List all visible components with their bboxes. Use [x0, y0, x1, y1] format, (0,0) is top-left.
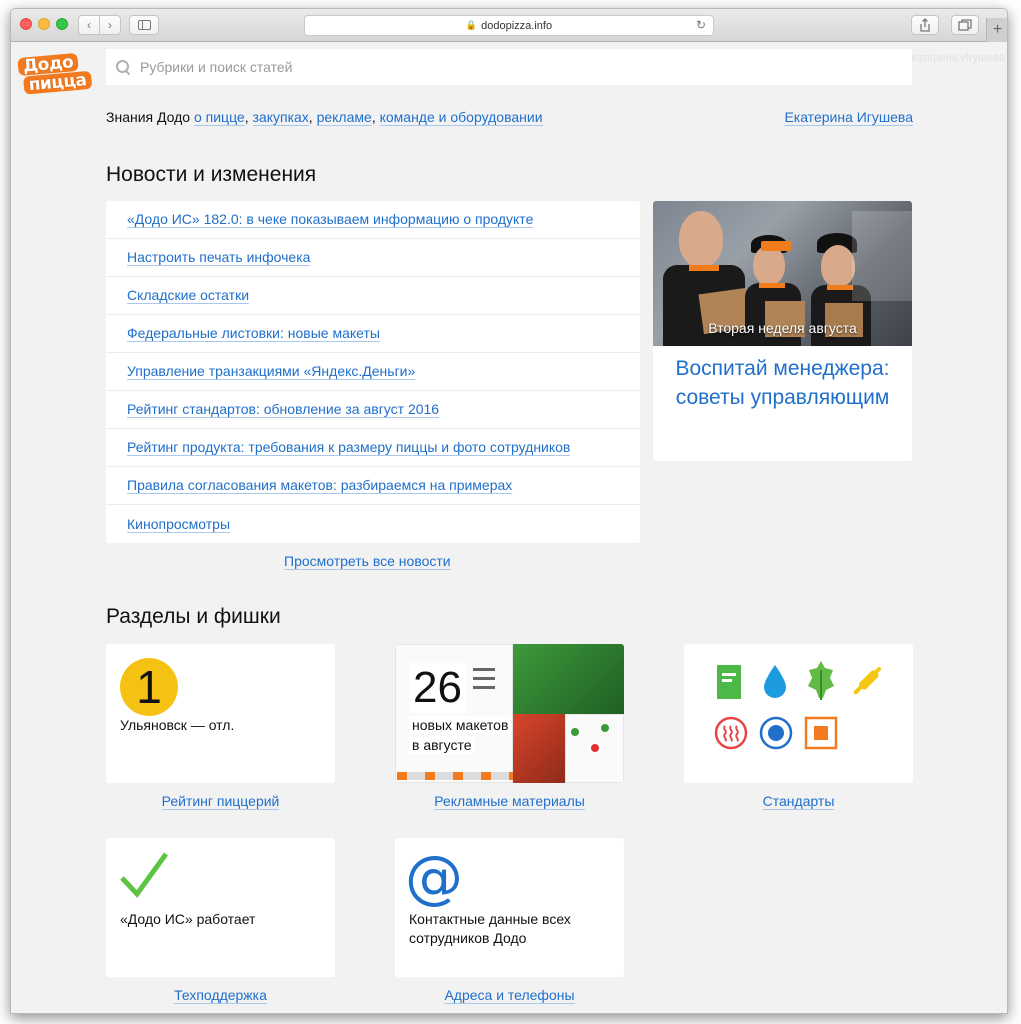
- leaf-icon: [808, 661, 834, 700]
- news-link[interactable]: Настроить печать инфочека: [127, 249, 311, 266]
- news-link[interactable]: Управление транзакциями «Яндекс.Деньги»: [127, 363, 416, 380]
- news-link[interactable]: Кинопросмотры: [127, 516, 231, 533]
- tabs-icon: [958, 19, 972, 31]
- search-icon: [116, 60, 130, 74]
- contacts-text-line2: сотрудников Додо: [409, 930, 527, 946]
- sidebar-icon: [137, 20, 151, 30]
- zoom-window-button[interactable]: [56, 18, 68, 30]
- knowledge-prefix: Знания Додо: [106, 109, 194, 125]
- rating-card[interactable]: 1 Ульяновск — отл.: [106, 644, 335, 783]
- close-window-button[interactable]: [20, 18, 32, 30]
- minimize-window-button[interactable]: [38, 18, 50, 30]
- ads-label-line1: новых макетов: [409, 716, 512, 734]
- target-icon: [759, 716, 793, 750]
- promo-caption: Вторая неделя августа: [708, 320, 857, 336]
- drop-icon: [764, 665, 786, 698]
- ads-label-line2: в августе: [409, 736, 475, 754]
- promo-card[interactable]: Вторая неделя августа Воспитай менеджера…: [653, 201, 912, 461]
- news-item: Настроить печать инфочека: [106, 239, 640, 277]
- contacts-card[interactable]: @ Контактные данные всех сотрудников Дод…: [395, 838, 624, 977]
- news-item: «Додо ИС» 182.0: в чеке показываем инфор…: [106, 201, 640, 239]
- ads-card[interactable]: 26 новых макетов в августе: [395, 644, 624, 783]
- news-link[interactable]: «Додо ИС» 182.0: в чеке показываем инфор…: [127, 211, 534, 228]
- forward-button[interactable]: ›: [99, 15, 121, 35]
- news-item: Кинопросмотры: [106, 505, 640, 543]
- view-all-news-link[interactable]: Просмотреть все новости: [284, 553, 451, 570]
- support-link[interactable]: Техподдержка: [174, 987, 267, 1004]
- dodo-logo[interactable]: Додо пицца: [17, 52, 93, 98]
- reload-icon[interactable]: ↻: [696, 18, 706, 32]
- square-icon: [804, 716, 838, 750]
- address-url: dodopizza.info: [481, 19, 553, 32]
- at-sign-icon: @: [405, 843, 463, 911]
- author-link-wrap: Екатерина Игушева: [784, 109, 913, 126]
- heat-icon: [714, 716, 748, 750]
- news-item: Правила согласования макетов: разбираемс…: [106, 467, 640, 505]
- back-button[interactable]: ‹: [78, 15, 100, 35]
- rating-link[interactable]: Рейтинг пиццерий: [161, 793, 280, 810]
- browser-toolbar: ‹ › 🔒 dodopizza.info ↻ +: [11, 9, 1007, 42]
- standards-link[interactable]: Стандарты: [762, 793, 835, 810]
- ads-link[interactable]: Рекламные материалы: [434, 793, 585, 810]
- news-item: Управление транзакциями «Яндекс.Деньги»: [106, 353, 640, 391]
- news-item: Складские остатки: [106, 277, 640, 315]
- contacts-caption: Адреса и телефоны: [395, 987, 624, 1004]
- ads-caption: Рекламные материалы: [395, 793, 624, 810]
- author-link[interactable]: Екатерина Игушева: [784, 109, 913, 126]
- knowledge-line: Знания Додо о пицце, закупках, рекламе, …: [106, 109, 543, 126]
- news-section-title: Новости и изменения: [106, 163, 317, 186]
- news-link[interactable]: Рейтинг продукта: требования к размеру п…: [127, 439, 571, 456]
- sections-title: Разделы и фишки: [106, 605, 281, 628]
- support-caption: Техподдержка: [106, 987, 335, 1004]
- contacts-text-line1: Контактные данные всех: [409, 911, 571, 927]
- rolling-pin-icon: [853, 666, 882, 695]
- news-link[interactable]: Федеральные листовки: новые макеты: [127, 325, 380, 342]
- menu-lines-icon: [473, 668, 495, 695]
- rank-badge: 1: [120, 658, 178, 716]
- news-link[interactable]: Складские остатки: [127, 287, 250, 304]
- knowledge-link-team[interactable]: команде и оборудовании: [379, 109, 543, 126]
- chevron-right-icon: ›: [108, 18, 112, 32]
- promo-photo: Вторая неделя августа: [653, 201, 912, 346]
- knowledge-link-ads[interactable]: рекламе: [316, 109, 372, 126]
- rating-caption: Рейтинг пиццерий: [106, 793, 335, 810]
- support-card[interactable]: «Додо ИС» работает: [106, 838, 335, 977]
- lock-icon: 🔒: [465, 20, 478, 30]
- share-icon: [920, 18, 930, 32]
- rating-text: Ульяновск — отл.: [120, 717, 235, 733]
- news-item: Рейтинг стандартов: обновление за август…: [106, 391, 640, 429]
- contacts-link[interactable]: Адреса и телефоны: [444, 987, 575, 1004]
- news-list: «Додо ИС» 182.0: в чеке показываем инфор…: [106, 201, 640, 543]
- news-link[interactable]: Правила согласования макетов: разбираемс…: [127, 477, 513, 494]
- share-button[interactable]: [911, 15, 939, 35]
- news-item: Федеральные листовки: новые макеты: [106, 315, 640, 353]
- chevron-left-icon: ‹: [87, 18, 91, 32]
- standards-caption: Стандарты: [684, 793, 913, 810]
- ads-count: 26: [409, 663, 466, 713]
- standards-card[interactable]: [684, 644, 913, 783]
- logo-text-bottom: пицца: [23, 70, 93, 95]
- sidebar-toggle-button[interactable]: [129, 15, 159, 35]
- address-bar[interactable]: 🔒 dodopizza.info ↻: [304, 15, 714, 36]
- new-tab-button[interactable]: +: [986, 18, 1007, 42]
- support-text: «Додо ИС» работает: [120, 911, 256, 927]
- search-input[interactable]: [140, 59, 840, 75]
- tabs-overview-button[interactable]: [951, 15, 979, 35]
- document-icon: [717, 665, 741, 699]
- knowledge-link-purchases[interactable]: закупках: [252, 109, 309, 126]
- search-bar[interactable]: [106, 49, 912, 85]
- knowledge-link-pizza[interactable]: о пицце: [193, 109, 245, 126]
- checkmark-icon: [120, 852, 168, 898]
- view-all-news-wrap: Просмотреть все новости: [284, 553, 451, 570]
- promo-title[interactable]: Воспитай менеджера: советы управляющим: [653, 346, 912, 412]
- news-item: Рейтинг продукта: требования к размеру п…: [106, 429, 640, 467]
- browser-window: ‹ › 🔒 dodopizza.info ↻ + Додо пицца Прив…: [10, 8, 1008, 1014]
- news-link[interactable]: Рейтинг стандартов: обновление за август…: [127, 401, 440, 418]
- page-content: Додо пицца Привет, Екатерина Игушева Зна…: [11, 43, 1007, 1013]
